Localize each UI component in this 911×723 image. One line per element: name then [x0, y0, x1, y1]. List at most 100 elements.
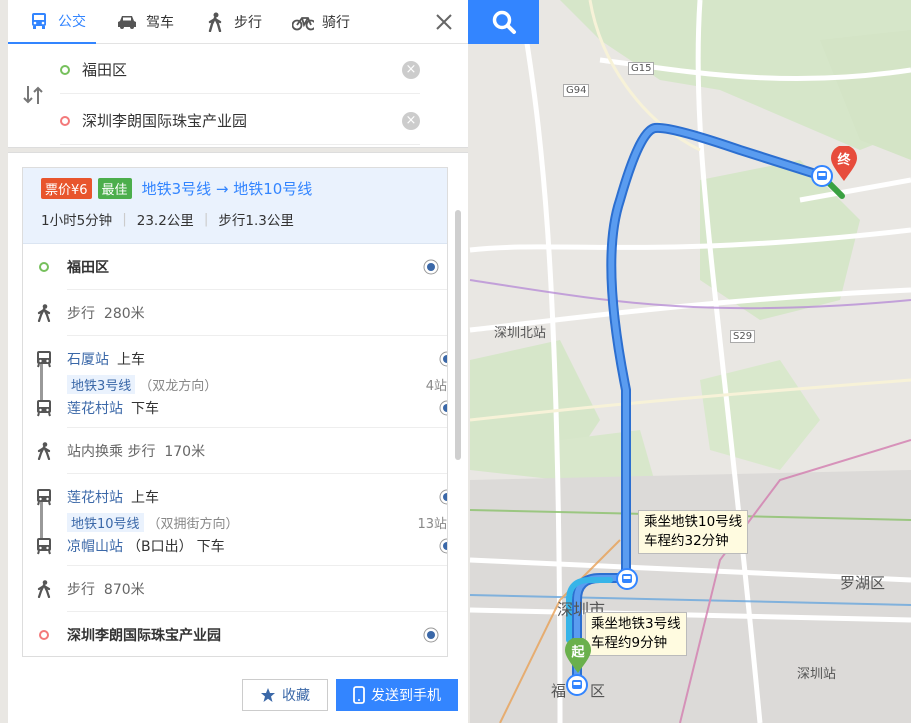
map-bus-marker-start[interactable] — [566, 674, 588, 696]
route-duration: 1小时5分钟 — [41, 213, 113, 229]
metro-3-board-action: 上车 — [117, 352, 145, 368]
metro-10-alight-station[interactable]: 凉帽山站 — [67, 536, 123, 556]
route-distance: 23.2公里 — [136, 213, 194, 229]
metro-10-alight: 凉帽山站 （B口出） 下车 — [37, 534, 447, 558]
walk-icon — [33, 578, 55, 600]
location-pin-icon[interactable] — [423, 259, 439, 275]
start-pin[interactable]: 起 — [564, 638, 592, 674]
location-pin-icon[interactable] — [439, 351, 448, 367]
step-walk-2[interactable]: 步行 870米 — [37, 566, 447, 612]
metro-3-alight-station[interactable]: 莲花村站 — [67, 398, 123, 418]
start-pin-label: 起 — [571, 645, 585, 660]
start-dot-icon — [60, 64, 70, 75]
close-button[interactable] — [420, 0, 468, 44]
location-pin-icon[interactable] — [423, 627, 439, 643]
metro-10-line-tag[interactable]: 地铁10号线 — [67, 512, 144, 532]
metro-10-board: 莲花村站 上车 — [37, 485, 447, 509]
metro-10-stops: 13站 — [417, 516, 447, 532]
results-scrollbar[interactable] — [455, 210, 461, 460]
route-panel: 公交 驾车 步行 骑行 福田区 × 深圳李朗国际珠宝产业园 × — [8, 0, 468, 148]
end-input[interactable]: 深圳李朗国际珠宝产业园 × — [60, 97, 420, 145]
bike-icon — [292, 11, 314, 33]
footer-actions: 收藏 发送到手机 — [242, 679, 458, 711]
step-end-name: 深圳李朗国际珠宝产业园 — [67, 628, 221, 644]
metro-10-direction: （双拥街方向） — [147, 516, 239, 532]
location-pin-icon[interactable] — [439, 400, 448, 416]
map-bus-marker[interactable] — [616, 568, 638, 590]
walk-1-label: 步行 — [67, 305, 95, 322]
route-title: 地铁3号线 → 地铁10号线 — [141, 180, 313, 198]
send-to-phone-label: 发送到手机 — [371, 688, 441, 704]
tab-drive-label: 驾车 — [146, 14, 174, 31]
end-dot-icon — [60, 115, 70, 126]
step-start[interactable]: 福田区 — [39, 244, 447, 290]
metro-10-board-station[interactable]: 莲花村站 — [67, 487, 123, 507]
tab-walk[interactable]: 步行 — [184, 0, 272, 44]
favorite-button[interactable]: 收藏 — [242, 679, 328, 711]
walk-icon — [33, 302, 55, 324]
tab-drive[interactable]: 驾车 — [96, 0, 184, 44]
bus-icon — [28, 10, 50, 32]
subway-icon — [33, 397, 55, 419]
end-input-text[interactable]: 深圳李朗国际珠宝产业园 — [82, 110, 402, 131]
best-badge: 最佳 — [97, 178, 132, 199]
mode-bar: 公交 驾车 步行 骑行 — [8, 0, 468, 44]
subway-icon — [33, 535, 55, 557]
route-card[interactable]: 票价¥6 最佳 地铁3号线 → 地铁10号线 1小时5分钟 | 23.2公里 |… — [22, 167, 448, 657]
map-label-shenzhen-station: 深圳站 — [797, 667, 837, 682]
end-pin-label: 终 — [837, 153, 851, 168]
metro-3-board-station[interactable]: 石厦站 — [67, 349, 109, 369]
metro-3-alight-action: 下车 — [131, 401, 159, 417]
route-inputs: 福田区 × 深圳李朗国际珠宝产业园 × — [8, 44, 468, 148]
tab-bike[interactable]: 骑行 — [272, 0, 360, 44]
search-button[interactable] — [468, 0, 539, 44]
end-pin[interactable]: 终 — [830, 146, 858, 182]
phone-icon — [353, 686, 365, 704]
metro-10-alight-exit: （B口出） — [127, 539, 193, 555]
map-label-luohu: 罗湖区 — [840, 574, 886, 592]
step-walk-1[interactable]: 步行 280米 — [37, 290, 447, 336]
walk-1-distance: 280米 — [103, 305, 145, 322]
map-label-futian-partial2: 区 — [590, 682, 606, 700]
start-input-text[interactable]: 福田区 — [82, 59, 402, 80]
step-transfer[interactable]: 站内换乘 步行 170米 — [37, 428, 447, 474]
walk-2-distance: 870米 — [103, 581, 145, 598]
metro-3-board: 石厦站 上车 — [37, 347, 447, 371]
location-pin-icon[interactable] — [439, 489, 448, 505]
step-metro-10[interactable]: 莲花村站 上车 地铁10号线 （双拥街方向） 13站 凉帽山站 （B口出） 下车 — [37, 474, 447, 566]
end-circle-icon — [33, 624, 55, 646]
search-icon — [492, 10, 516, 34]
clear-start-button[interactable]: × — [402, 60, 420, 79]
clear-end-button[interactable]: × — [402, 111, 420, 130]
swap-icon[interactable] — [22, 84, 44, 106]
step-end[interactable]: 深圳李朗国际珠宝产业园 — [39, 612, 447, 656]
price-badge: 票价¥6 — [41, 178, 92, 199]
tab-bike-label: 骑行 — [322, 14, 350, 31]
metro-3-stops: 4站 — [425, 378, 447, 394]
route-summary[interactable]: 票价¥6 最佳 地铁3号线 → 地铁10号线 1小时5分钟 | 23.2公里 |… — [23, 168, 447, 244]
metro-3-line-tag[interactable]: 地铁3号线 — [67, 374, 136, 394]
start-circle-icon — [33, 256, 55, 278]
tab-transit[interactable]: 公交 — [8, 0, 96, 44]
tab-walk-label: 步行 — [234, 14, 262, 31]
send-to-phone-button[interactable]: 发送到手机 — [336, 679, 458, 711]
metro-10-line-info: 地铁10号线 （双拥街方向） 13站 — [67, 510, 447, 534]
subway-icon — [33, 348, 55, 370]
result-panel: 票价¥6 最佳 地铁3号线 → 地铁10号线 1小时5分钟 | 23.2公里 |… — [8, 152, 468, 723]
transfer-label: 站内换乘 — [67, 443, 123, 460]
metro-3-direction: （双龙方向） — [139, 378, 218, 394]
transfer-distance: 170米 — [164, 443, 206, 460]
favorite-label: 收藏 — [282, 688, 310, 704]
walk-2-label: 步行 — [67, 581, 95, 598]
step-metro-3[interactable]: 石厦站 上车 地铁3号线 （双龙方向） 4站 莲花村站 下车 — [37, 336, 448, 428]
route-tip-line3: 乘坐地铁3号线 车程约9分钟 — [585, 612, 687, 656]
map-label-g94: G94 — [563, 84, 590, 97]
walk-icon — [204, 11, 226, 33]
star-icon — [261, 688, 275, 702]
metro-10-alight-action: 下车 — [196, 539, 225, 555]
subway-icon — [33, 486, 55, 508]
location-pin-icon[interactable] — [439, 538, 448, 554]
route-walk: 步行1.3公里 — [218, 213, 294, 229]
start-input[interactable]: 福田区 × — [60, 46, 420, 94]
route-tip-line10: 乘坐地铁10号线 车程约32分钟 — [638, 510, 749, 554]
